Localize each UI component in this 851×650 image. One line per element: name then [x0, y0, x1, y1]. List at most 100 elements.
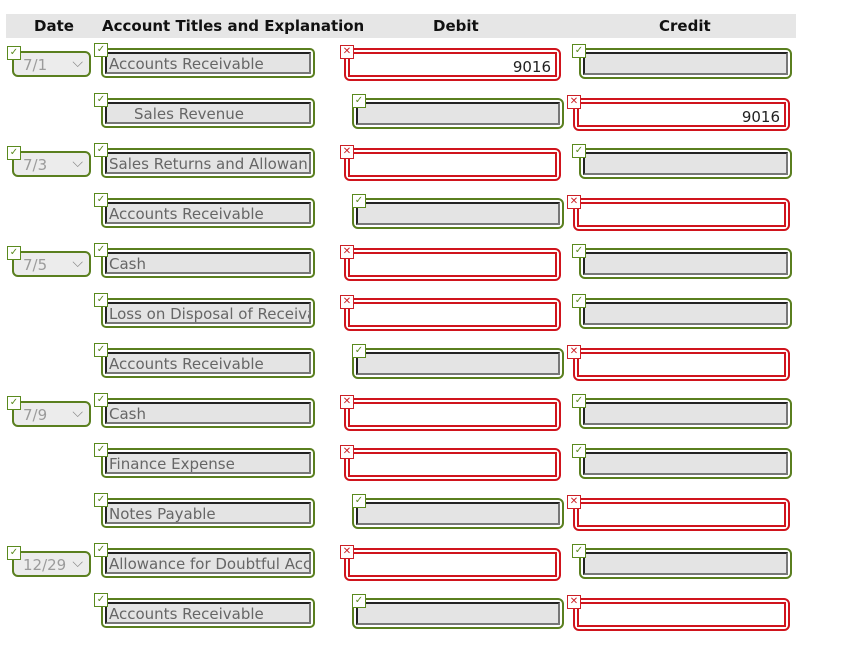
- debit-amount-field[interactable]: [344, 448, 561, 481]
- account-title-value: Accounts Receivable: [105, 352, 311, 374]
- credit-amount-field[interactable]: [573, 348, 790, 381]
- x-icon: ✕: [340, 445, 354, 459]
- account-title-field[interactable]: Cash: [101, 248, 315, 278]
- credit-amount-field[interactable]: [573, 498, 790, 531]
- check-icon: ✓: [352, 344, 366, 358]
- chevron-down-icon: ⌵: [72, 405, 83, 421]
- credit-amount-field[interactable]: [579, 148, 792, 179]
- credit-amount-value: [583, 252, 788, 275]
- account-title-field[interactable]: Sales Returns and Allowan: [101, 148, 315, 178]
- check-icon: ✓: [94, 43, 108, 57]
- account-title-field[interactable]: Sales Revenue: [101, 98, 315, 128]
- journal-row: 7/3 ⌵ ✓ Sales Returns and Allowan ✓ ✕ ✓: [0, 143, 851, 193]
- account-title-value: Allowance for Doubtful Acc: [105, 552, 311, 574]
- account-title-value: Loss on Disposal of Receiva: [105, 302, 311, 324]
- credit-amount-value: [577, 352, 786, 377]
- account-title-field[interactable]: Cash: [101, 398, 315, 428]
- credit-amount-value: [577, 502, 786, 527]
- check-icon: ✓: [94, 243, 108, 257]
- credit-amount-value: [583, 552, 788, 575]
- debit-amount-field[interactable]: [344, 148, 561, 181]
- journal-row: Accounts Receivable ✓ ✓ ✕: [0, 593, 851, 643]
- debit-amount-field[interactable]: [352, 98, 564, 129]
- credit-amount-field[interactable]: [579, 398, 792, 429]
- chevron-down-icon: ⌵: [72, 555, 83, 571]
- date-value: 7/3: [23, 156, 48, 174]
- date-select[interactable]: 12/29 ⌵: [12, 551, 91, 577]
- debit-amount-value: [356, 502, 560, 525]
- credit-amount-value: [583, 452, 788, 475]
- debit-amount-field[interactable]: [344, 248, 561, 281]
- debit-amount-field[interactable]: [352, 498, 564, 529]
- account-title-field[interactable]: Accounts Receivable: [101, 348, 315, 378]
- x-icon: ✕: [340, 245, 354, 259]
- credit-amount-field[interactable]: [579, 548, 792, 579]
- journal-row: 7/9 ⌵ ✓ Cash ✓ ✕ ✓: [0, 393, 851, 443]
- x-icon: ✕: [567, 95, 581, 109]
- x-icon: ✕: [567, 195, 581, 209]
- debit-amount-field[interactable]: 9016: [344, 48, 561, 81]
- debit-amount-value: [356, 202, 560, 225]
- debit-amount-field[interactable]: [344, 398, 561, 431]
- chevron-down-icon: ⌵: [72, 155, 83, 171]
- account-title-field[interactable]: Accounts Receivable: [101, 598, 315, 628]
- debit-amount-field[interactable]: [344, 298, 561, 331]
- credit-amount-value: [583, 152, 788, 175]
- credit-amount-field[interactable]: [573, 598, 790, 631]
- check-icon: ✓: [7, 546, 21, 560]
- date-value: 7/5: [23, 256, 48, 274]
- account-title-field[interactable]: Loss on Disposal of Receiva: [101, 298, 315, 328]
- credit-amount-value: 9016: [577, 102, 786, 127]
- check-icon: ✓: [7, 396, 21, 410]
- header-date: Date: [34, 17, 74, 35]
- debit-amount-value: [348, 152, 557, 177]
- check-icon: ✓: [94, 93, 108, 107]
- header-account-titles: Account Titles and Explanation: [102, 17, 365, 35]
- debit-amount-value: [348, 252, 557, 277]
- x-icon: ✕: [340, 45, 354, 59]
- debit-amount-field[interactable]: [352, 198, 564, 229]
- date-select[interactable]: 7/3 ⌵: [12, 151, 91, 177]
- check-icon: ✓: [572, 244, 586, 258]
- account-title-field[interactable]: Allowance for Doubtful Acc: [101, 548, 315, 578]
- journal-row: Sales Revenue ✓ ✓ 9016 ✕: [0, 93, 851, 143]
- debit-amount-field[interactable]: [344, 548, 561, 581]
- check-icon: ✓: [572, 544, 586, 558]
- account-title-value: Accounts Receivable: [105, 52, 311, 74]
- credit-amount-field[interactable]: [573, 198, 790, 231]
- debit-amount-value: [348, 302, 557, 327]
- debit-amount-value: [348, 452, 557, 477]
- credit-amount-field[interactable]: 9016: [573, 98, 790, 131]
- check-icon: ✓: [94, 593, 108, 607]
- account-title-value: Cash: [105, 402, 311, 424]
- account-title-field[interactable]: Accounts Receivable: [101, 198, 315, 228]
- check-icon: ✓: [572, 294, 586, 308]
- credit-amount-field[interactable]: [579, 248, 792, 279]
- credit-amount-field[interactable]: [579, 48, 792, 79]
- check-icon: ✓: [572, 144, 586, 158]
- date-select[interactable]: 7/5 ⌵: [12, 251, 91, 277]
- credit-amount-field[interactable]: [579, 298, 792, 329]
- credit-amount-field[interactable]: [579, 448, 792, 479]
- account-title-field[interactable]: Accounts Receivable: [101, 48, 315, 78]
- debit-amount-value: [348, 402, 557, 427]
- journal-row: Finance Expense ✓ ✕ ✓: [0, 443, 851, 493]
- account-title-value: Sales Revenue: [105, 102, 311, 124]
- journal-row: Accounts Receivable ✓ ✓ ✕: [0, 343, 851, 393]
- date-select[interactable]: 7/1 ⌵: [12, 51, 91, 77]
- debit-amount-field[interactable]: [352, 598, 564, 629]
- account-title-field[interactable]: Notes Payable: [101, 498, 315, 528]
- credit-amount-value: [577, 602, 786, 627]
- journal-row: 7/1 ⌵ ✓ Accounts Receivable ✓ 9016 ✕ ✓: [0, 43, 851, 93]
- debit-amount-value: [356, 352, 560, 375]
- account-title-field[interactable]: Finance Expense: [101, 448, 315, 478]
- debit-amount-value: [356, 602, 560, 625]
- debit-amount-field[interactable]: [352, 348, 564, 379]
- date-select[interactable]: 7/9 ⌵: [12, 401, 91, 427]
- check-icon: ✓: [94, 393, 108, 407]
- account-title-value: Notes Payable: [105, 502, 311, 524]
- check-icon: ✓: [94, 343, 108, 357]
- check-icon: ✓: [94, 143, 108, 157]
- check-icon: ✓: [94, 193, 108, 207]
- account-title-value: Finance Expense: [105, 452, 311, 474]
